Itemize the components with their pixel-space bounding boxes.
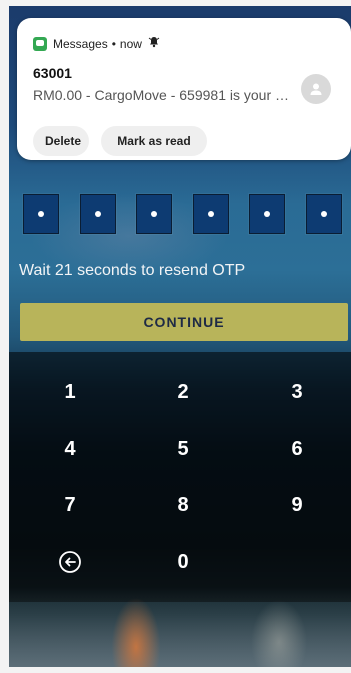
key-6[interactable]: 6 — [247, 425, 347, 473]
key-0[interactable]: 0 — [133, 538, 233, 586]
bell-icon — [148, 36, 160, 51]
otp-slot-2[interactable] — [80, 194, 116, 234]
otp-dot — [38, 211, 44, 217]
continue-button[interactable]: CONTINUE — [20, 303, 348, 341]
otp-dot — [208, 211, 214, 217]
contact-avatar-icon — [301, 74, 331, 104]
header-separator: • — [111, 36, 116, 51]
otp-slot-6[interactable] — [306, 194, 342, 234]
otp-slot-3[interactable] — [136, 194, 172, 234]
notification-card[interactable]: Messages • now 63001 RM0.00 - CargoMove … — [17, 18, 351, 160]
key-8[interactable]: 8 — [133, 481, 233, 529]
message-preview[interactable]: RM0.00 - CargoMove - 659981 is your ver.… — [33, 87, 295, 103]
otp-dot — [264, 211, 270, 217]
app-screen: Messages • now 63001 RM0.00 - CargoMove … — [9, 6, 351, 667]
otp-slot-5[interactable] — [249, 194, 285, 234]
notification-time: now — [119, 36, 142, 51]
key-4[interactable]: 4 — [20, 425, 120, 473]
key-7[interactable]: 7 — [20, 481, 120, 529]
otp-slot-4[interactable] — [193, 194, 229, 234]
otp-input-row[interactable] — [23, 194, 351, 236]
mark-as-read-button[interactable]: Mark as read — [101, 126, 207, 156]
messages-app-icon — [33, 36, 47, 51]
key-5[interactable]: 5 — [133, 425, 233, 473]
backspace-icon — [59, 551, 81, 573]
backspace-key[interactable] — [20, 538, 120, 586]
delete-button[interactable]: Delete — [33, 126, 89, 156]
key-1[interactable]: 1 — [20, 368, 120, 416]
key-2[interactable]: 2 — [133, 368, 233, 416]
otp-slot-1[interactable] — [23, 194, 59, 234]
numeric-keypad: 1 2 3 4 5 6 7 8 9 0 — [9, 352, 351, 602]
otp-dot — [151, 211, 157, 217]
key-3[interactable]: 3 — [247, 368, 347, 416]
resend-otp-countdown: Wait 21 seconds to resend OTP — [19, 262, 246, 279]
otp-dot — [321, 211, 327, 217]
key-9[interactable]: 9 — [247, 481, 347, 529]
otp-dot — [95, 211, 101, 217]
sender-name: 63001 — [33, 65, 72, 81]
app-name: Messages — [53, 36, 108, 51]
notification-header: Messages • now — [33, 36, 160, 51]
